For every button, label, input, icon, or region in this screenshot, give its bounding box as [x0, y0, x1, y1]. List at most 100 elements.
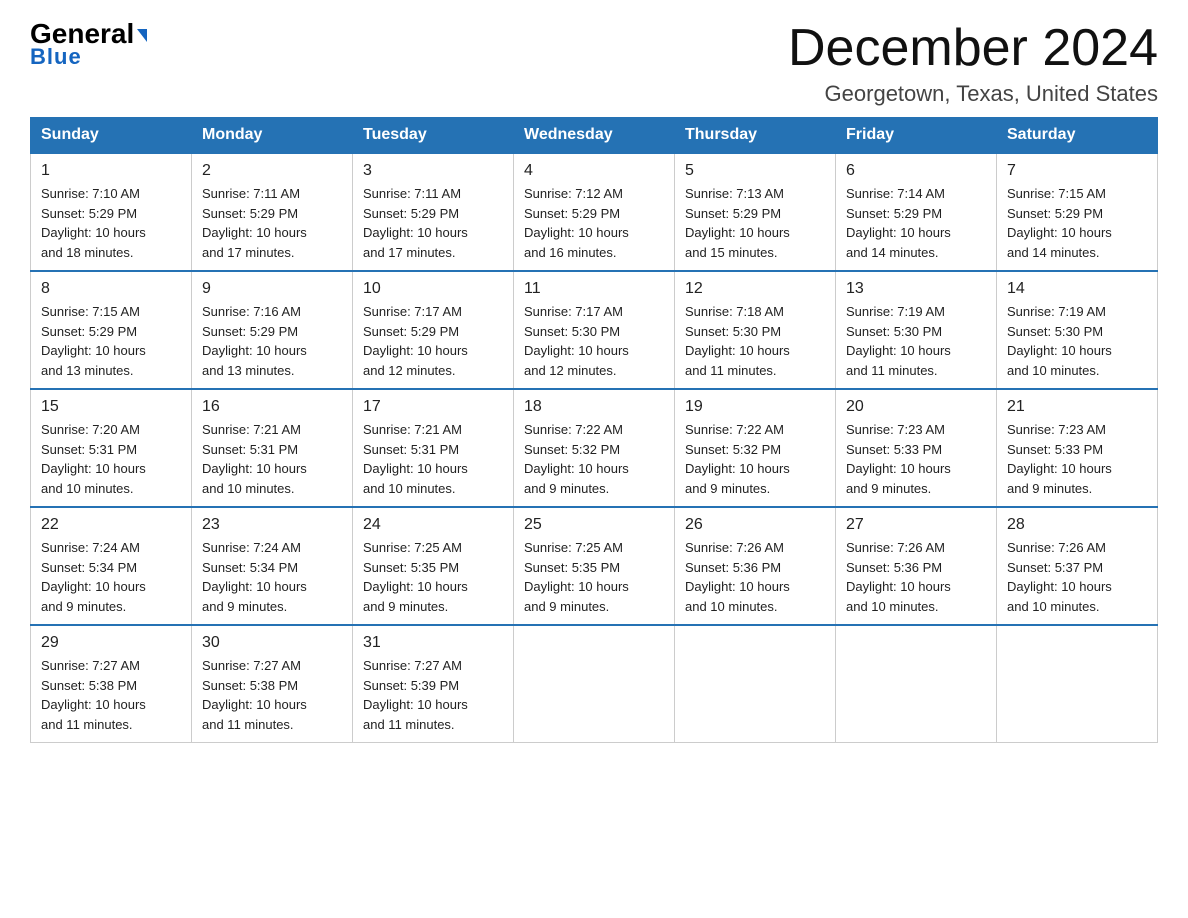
table-row: 18 Sunrise: 7:22 AM Sunset: 5:32 PM Dayl… [514, 389, 675, 507]
table-row: 31 Sunrise: 7:27 AM Sunset: 5:39 PM Dayl… [353, 625, 514, 743]
table-row: 12 Sunrise: 7:18 AM Sunset: 5:30 PM Dayl… [675, 271, 836, 389]
table-row: 5 Sunrise: 7:13 AM Sunset: 5:29 PM Dayli… [675, 153, 836, 271]
table-row: 8 Sunrise: 7:15 AM Sunset: 5:29 PM Dayli… [31, 271, 192, 389]
day-number: 10 [363, 280, 503, 298]
day-number: 17 [363, 398, 503, 416]
table-row: 6 Sunrise: 7:14 AM Sunset: 5:29 PM Dayli… [836, 153, 997, 271]
table-row: 4 Sunrise: 7:12 AM Sunset: 5:29 PM Dayli… [514, 153, 675, 271]
day-number: 30 [202, 634, 342, 652]
day-number: 13 [846, 280, 986, 298]
calendar-week-row: 8 Sunrise: 7:15 AM Sunset: 5:29 PM Dayli… [31, 271, 1158, 389]
table-row: 23 Sunrise: 7:24 AM Sunset: 5:34 PM Dayl… [192, 507, 353, 625]
day-number: 5 [685, 162, 825, 180]
day-info: Sunrise: 7:10 AM Sunset: 5:29 PM Dayligh… [41, 184, 181, 262]
day-number: 20 [846, 398, 986, 416]
day-number: 2 [202, 162, 342, 180]
day-number: 26 [685, 516, 825, 534]
calendar-week-row: 22 Sunrise: 7:24 AM Sunset: 5:34 PM Dayl… [31, 507, 1158, 625]
calendar-table: Sunday Monday Tuesday Wednesday Thursday… [30, 117, 1158, 743]
table-row: 21 Sunrise: 7:23 AM Sunset: 5:33 PM Dayl… [997, 389, 1158, 507]
col-wednesday: Wednesday [514, 118, 675, 154]
day-info: Sunrise: 7:21 AM Sunset: 5:31 PM Dayligh… [202, 420, 342, 498]
table-row: 7 Sunrise: 7:15 AM Sunset: 5:29 PM Dayli… [997, 153, 1158, 271]
table-row: 25 Sunrise: 7:25 AM Sunset: 5:35 PM Dayl… [514, 507, 675, 625]
day-info: Sunrise: 7:11 AM Sunset: 5:29 PM Dayligh… [363, 184, 503, 262]
col-saturday: Saturday [997, 118, 1158, 154]
day-info: Sunrise: 7:25 AM Sunset: 5:35 PM Dayligh… [363, 538, 503, 616]
table-row: 19 Sunrise: 7:22 AM Sunset: 5:32 PM Dayl… [675, 389, 836, 507]
col-tuesday: Tuesday [353, 118, 514, 154]
day-number: 29 [41, 634, 181, 652]
logo: General Blue [30, 20, 147, 70]
day-info: Sunrise: 7:11 AM Sunset: 5:29 PM Dayligh… [202, 184, 342, 262]
day-info: Sunrise: 7:19 AM Sunset: 5:30 PM Dayligh… [846, 302, 986, 380]
day-number: 19 [685, 398, 825, 416]
col-thursday: Thursday [675, 118, 836, 154]
day-number: 22 [41, 516, 181, 534]
day-info: Sunrise: 7:22 AM Sunset: 5:32 PM Dayligh… [524, 420, 664, 498]
day-info: Sunrise: 7:27 AM Sunset: 5:39 PM Dayligh… [363, 656, 503, 734]
day-number: 21 [1007, 398, 1147, 416]
table-row: 30 Sunrise: 7:27 AM Sunset: 5:38 PM Dayl… [192, 625, 353, 743]
day-info: Sunrise: 7:22 AM Sunset: 5:32 PM Dayligh… [685, 420, 825, 498]
table-row [675, 625, 836, 743]
table-row: 3 Sunrise: 7:11 AM Sunset: 5:29 PM Dayli… [353, 153, 514, 271]
day-info: Sunrise: 7:26 AM Sunset: 5:37 PM Dayligh… [1007, 538, 1147, 616]
day-number: 8 [41, 280, 181, 298]
table-row: 29 Sunrise: 7:27 AM Sunset: 5:38 PM Dayl… [31, 625, 192, 743]
day-number: 18 [524, 398, 664, 416]
col-monday: Monday [192, 118, 353, 154]
day-number: 3 [363, 162, 503, 180]
day-info: Sunrise: 7:23 AM Sunset: 5:33 PM Dayligh… [846, 420, 986, 498]
day-info: Sunrise: 7:18 AM Sunset: 5:30 PM Dayligh… [685, 302, 825, 380]
table-row: 27 Sunrise: 7:26 AM Sunset: 5:36 PM Dayl… [836, 507, 997, 625]
day-number: 16 [202, 398, 342, 416]
day-number: 6 [846, 162, 986, 180]
day-info: Sunrise: 7:12 AM Sunset: 5:29 PM Dayligh… [524, 184, 664, 262]
table-row [514, 625, 675, 743]
table-row: 20 Sunrise: 7:23 AM Sunset: 5:33 PM Dayl… [836, 389, 997, 507]
day-info: Sunrise: 7:19 AM Sunset: 5:30 PM Dayligh… [1007, 302, 1147, 380]
table-row: 22 Sunrise: 7:24 AM Sunset: 5:34 PM Dayl… [31, 507, 192, 625]
table-row: 2 Sunrise: 7:11 AM Sunset: 5:29 PM Dayli… [192, 153, 353, 271]
day-info: Sunrise: 7:23 AM Sunset: 5:33 PM Dayligh… [1007, 420, 1147, 498]
day-number: 12 [685, 280, 825, 298]
table-row [997, 625, 1158, 743]
table-row: 13 Sunrise: 7:19 AM Sunset: 5:30 PM Dayl… [836, 271, 997, 389]
logo-blue: Blue [30, 44, 82, 70]
day-info: Sunrise: 7:15 AM Sunset: 5:29 PM Dayligh… [41, 302, 181, 380]
day-info: Sunrise: 7:24 AM Sunset: 5:34 PM Dayligh… [202, 538, 342, 616]
day-number: 23 [202, 516, 342, 534]
calendar-week-row: 1 Sunrise: 7:10 AM Sunset: 5:29 PM Dayli… [31, 153, 1158, 271]
day-info: Sunrise: 7:20 AM Sunset: 5:31 PM Dayligh… [41, 420, 181, 498]
day-number: 27 [846, 516, 986, 534]
day-info: Sunrise: 7:17 AM Sunset: 5:29 PM Dayligh… [363, 302, 503, 380]
day-info: Sunrise: 7:26 AM Sunset: 5:36 PM Dayligh… [685, 538, 825, 616]
table-row: 1 Sunrise: 7:10 AM Sunset: 5:29 PM Dayli… [31, 153, 192, 271]
calendar-header-row: Sunday Monday Tuesday Wednesday Thursday… [31, 118, 1158, 154]
table-row: 17 Sunrise: 7:21 AM Sunset: 5:31 PM Dayl… [353, 389, 514, 507]
day-number: 15 [41, 398, 181, 416]
calendar-week-row: 29 Sunrise: 7:27 AM Sunset: 5:38 PM Dayl… [31, 625, 1158, 743]
page-title: December 2024 [788, 20, 1158, 77]
day-info: Sunrise: 7:13 AM Sunset: 5:29 PM Dayligh… [685, 184, 825, 262]
table-row: 26 Sunrise: 7:26 AM Sunset: 5:36 PM Dayl… [675, 507, 836, 625]
day-info: Sunrise: 7:27 AM Sunset: 5:38 PM Dayligh… [41, 656, 181, 734]
table-row: 16 Sunrise: 7:21 AM Sunset: 5:31 PM Dayl… [192, 389, 353, 507]
table-row: 11 Sunrise: 7:17 AM Sunset: 5:30 PM Dayl… [514, 271, 675, 389]
day-number: 9 [202, 280, 342, 298]
day-info: Sunrise: 7:21 AM Sunset: 5:31 PM Dayligh… [363, 420, 503, 498]
table-row: 28 Sunrise: 7:26 AM Sunset: 5:37 PM Dayl… [997, 507, 1158, 625]
day-info: Sunrise: 7:14 AM Sunset: 5:29 PM Dayligh… [846, 184, 986, 262]
day-number: 24 [363, 516, 503, 534]
page-subtitle: Georgetown, Texas, United States [788, 81, 1158, 107]
day-number: 31 [363, 634, 503, 652]
table-row: 10 Sunrise: 7:17 AM Sunset: 5:29 PM Dayl… [353, 271, 514, 389]
day-info: Sunrise: 7:26 AM Sunset: 5:36 PM Dayligh… [846, 538, 986, 616]
day-number: 11 [524, 280, 664, 298]
day-number: 28 [1007, 516, 1147, 534]
day-info: Sunrise: 7:27 AM Sunset: 5:38 PM Dayligh… [202, 656, 342, 734]
col-sunday: Sunday [31, 118, 192, 154]
title-area: December 2024 Georgetown, Texas, United … [788, 20, 1158, 107]
day-info: Sunrise: 7:16 AM Sunset: 5:29 PM Dayligh… [202, 302, 342, 380]
